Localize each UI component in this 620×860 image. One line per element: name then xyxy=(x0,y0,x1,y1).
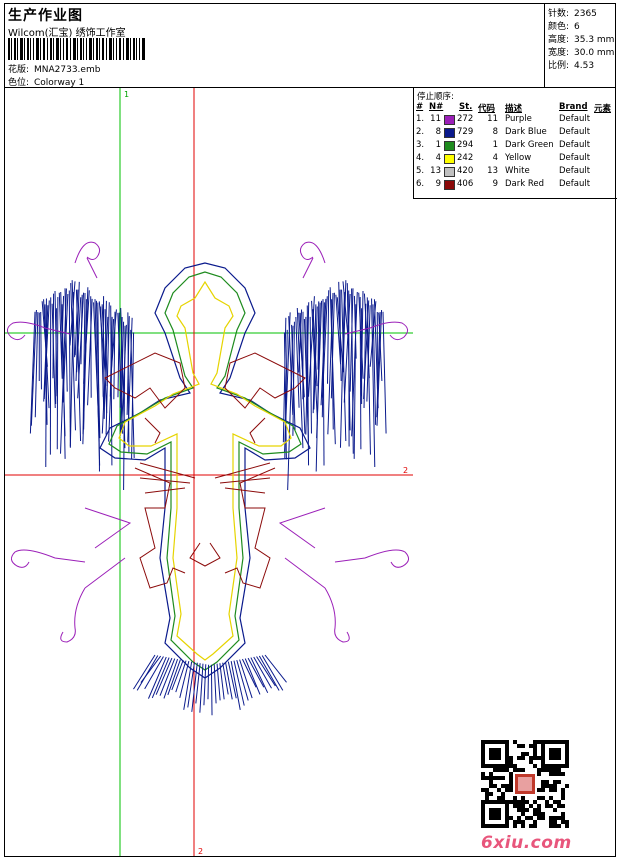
row-code: 8 xyxy=(492,127,498,137)
row-n: 1 xyxy=(435,140,441,150)
row-stitches: 294 xyxy=(457,140,474,150)
design-file-line: 花版: MNA2733.emb xyxy=(8,65,101,75)
row-description: White xyxy=(505,166,530,176)
row-description: Dark Red xyxy=(505,179,545,189)
cross-outline-yellow xyxy=(118,280,292,661)
row-stitches: 242 xyxy=(457,153,474,163)
row-index: 2. xyxy=(416,127,425,137)
stop-sequence-row: 4. 4 242 4 Yellow Default xyxy=(414,153,617,166)
row-index: 6. xyxy=(416,179,425,189)
guide-label-v1: 1 xyxy=(124,90,129,99)
embroidery-canvas: 1 2 2 xyxy=(5,88,413,856)
col-header-index: # xyxy=(416,102,424,112)
color-swatch xyxy=(444,154,455,164)
stop-sequence-row: 1. 11 272 11 Purple Default xyxy=(414,114,617,127)
col-header-brand: Brand xyxy=(559,102,588,112)
row-n: 9 xyxy=(435,179,441,189)
row-stitches: 272 xyxy=(457,114,474,124)
stat-height: 高度: 35.3 mm xyxy=(548,35,615,45)
row-index: 3. xyxy=(416,140,425,150)
cross-outline-green xyxy=(108,271,302,671)
row-code: 4 xyxy=(492,153,498,163)
stop-sequence-title: 停止顺序: xyxy=(417,92,454,102)
row-stitches: 420 xyxy=(457,166,474,176)
col-header-code: 代码 xyxy=(478,104,496,114)
stop-sequence-row: 2. 8 729 8 Dark Blue Default xyxy=(414,127,617,140)
stop-sequence-row: 5. 13 420 13 White Default xyxy=(414,166,617,179)
row-description: Dark Blue xyxy=(505,127,547,137)
row-index: 1. xyxy=(416,114,425,124)
col-header-element: 元素 xyxy=(594,104,612,114)
stop-sequence-row: 6. 9 406 9 Dark Red Default xyxy=(414,179,617,192)
row-n: 8 xyxy=(435,127,441,137)
col-header-stitches: St. xyxy=(459,102,473,112)
stat-stitches: 针数: 2365 xyxy=(548,9,597,19)
row-description: Yellow xyxy=(505,153,532,163)
row-n: 13 xyxy=(430,166,441,176)
stop-sequence-row: 3. 1 294 1 Dark Green Default xyxy=(414,140,617,153)
dark-red-details xyxy=(104,352,306,589)
col-header-description: 描述 xyxy=(505,104,523,114)
col-header-n: N# xyxy=(429,102,444,112)
color-swatch xyxy=(444,167,455,177)
row-brand: Default xyxy=(559,166,591,176)
row-n: 11 xyxy=(430,114,441,124)
bottom-fringe xyxy=(133,654,287,716)
row-code: 9 xyxy=(492,179,498,189)
sheet-header: 生产作业图 Wilcom(汇宝) 绣饰工作室 花版: MNA2733.emb 色… xyxy=(5,4,545,88)
row-description: Dark Green xyxy=(505,140,554,150)
color-swatch xyxy=(444,115,455,125)
row-stitches: 406 xyxy=(457,179,474,189)
row-stitches: 729 xyxy=(457,127,474,137)
row-brand: Default xyxy=(559,153,591,163)
design-stats: 针数: 2365 颜色: 6 高度: 35.3 mm 宽度: 30.0 mm 比例: 4.… xyxy=(545,4,616,88)
row-brand: Default xyxy=(559,127,591,137)
stat-width: 宽度: 30.0 mm xyxy=(548,48,615,58)
qr-code xyxy=(481,740,569,828)
color-swatch xyxy=(444,180,455,190)
stop-sequence-panel: 停止顺序: # N# St. 代码 描述 Brand 元素 1. 11 272 11 P… xyxy=(413,88,617,199)
guide-label-h2: 2 xyxy=(403,466,408,475)
row-brand: Default xyxy=(559,179,591,189)
row-code: 1 xyxy=(492,140,498,150)
stat-colors: 颜色: 6 xyxy=(548,22,580,32)
color-swatch xyxy=(444,128,455,138)
production-sheet: 生产作业图 Wilcom(汇宝) 绣饰工作室 花版: MNA2733.emb 色… xyxy=(4,3,617,857)
row-brand: Default xyxy=(559,114,591,124)
color-swatch xyxy=(444,141,455,151)
row-code: 13 xyxy=(487,166,498,176)
row-index: 5. xyxy=(416,166,425,176)
row-code: 11 xyxy=(487,114,498,124)
guide-label-v2: 2 xyxy=(198,847,203,856)
colorway-value: Colorway 1 xyxy=(34,78,85,88)
stat-ratio: 比例: 4.53 xyxy=(548,61,595,71)
row-description: Purple xyxy=(505,114,532,124)
row-index: 4. xyxy=(416,153,425,163)
studio-name: Wilcom(汇宝) 绣饰工作室 xyxy=(8,28,126,39)
right-wing-stitches xyxy=(282,280,387,491)
sheet-title: 生产作业图 xyxy=(8,8,83,24)
row-brand: Default xyxy=(559,140,591,150)
barcode xyxy=(8,38,145,60)
colorway-line: 色位: Colorway 1 xyxy=(8,78,85,88)
watermark-site: 6xiu.com xyxy=(481,833,572,853)
design-file-value: MNA2733.emb xyxy=(34,65,101,75)
row-n: 4 xyxy=(435,153,441,163)
